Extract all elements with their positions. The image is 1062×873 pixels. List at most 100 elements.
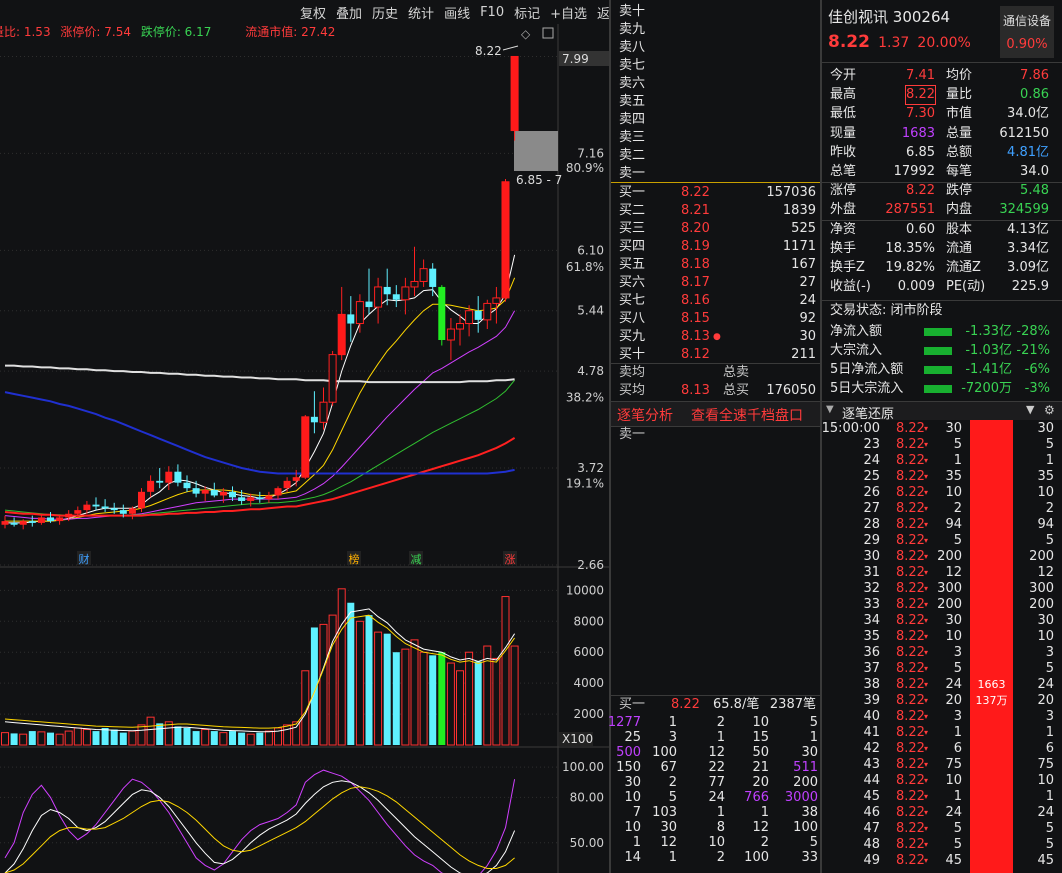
- settings-icon[interactable]: ⚙: [1044, 403, 1055, 417]
- tick-count: 20: [1037, 693, 1054, 708]
- down-arrow-icon: ▾: [924, 840, 929, 849]
- buy-level-row: 买三 8.20 525: [611, 220, 820, 238]
- event-marker-label[interactable]: 减: [411, 553, 422, 566]
- stock-code: 300264: [892, 8, 951, 26]
- volume-bar: [128, 730, 137, 746]
- quote-key: 流通Z: [946, 260, 981, 275]
- tick-volume: 5: [953, 821, 962, 836]
- sell-level-row: 卖四: [611, 111, 820, 129]
- buy-level-price: 8.20: [681, 221, 710, 236]
- tab-full-depth[interactable]: 查看全速千档盘口: [691, 405, 803, 425]
- buy-level-volume: 211: [791, 347, 816, 362]
- tick-time: 40: [863, 709, 880, 724]
- event-marker-label[interactable]: 榜: [349, 552, 360, 566]
- tick-price: 8.22: [896, 533, 925, 548]
- queue-cell: 511: [793, 760, 818, 775]
- chevron-down-icon[interactable]: ▼: [826, 404, 834, 415]
- volume-bar: [474, 661, 482, 745]
- volume-bar: [365, 615, 373, 745]
- sector-button[interactable]: 通信设备 0.90%: [1000, 6, 1054, 58]
- sell-level-row: 卖二: [611, 147, 820, 165]
- volume-bar: [456, 670, 464, 746]
- tick-row: 38 8.22 ▾ 24 24: [822, 677, 1062, 693]
- volume-bar: [201, 729, 210, 746]
- flow-label: 大宗流入: [830, 343, 883, 358]
- tick-count: 5: [1045, 837, 1054, 852]
- tick-time: 26: [863, 485, 880, 500]
- quote-value: 7.30: [906, 106, 935, 122]
- tick-count: 94: [1037, 517, 1054, 532]
- down-arrow-icon: ▾: [924, 856, 929, 865]
- down-arrow-icon: ▾: [924, 632, 929, 641]
- down-arrow-icon: ▾: [924, 824, 929, 833]
- quote-row: 昨收 6.85 总额 4.81亿: [822, 144, 1062, 162]
- peak-pointer: [502, 45, 519, 51]
- buy-level-price: 8.22: [681, 185, 710, 200]
- queue-cell: 25: [624, 730, 641, 745]
- total-buy-label: 总买: [723, 383, 750, 398]
- buy-level-label: 买八: [619, 311, 646, 326]
- kdj-line: [4, 769, 516, 873]
- quote-value: 4.13亿: [1007, 221, 1049, 237]
- window-icon[interactable]: [542, 27, 554, 39]
- tab-tick-analysis[interactable]: 逐笔分析: [617, 405, 673, 425]
- chart-panel[interactable]: 复权 叠加 历史 统计 画线 F10 标记 +自选 返回 量比: 1.53 涨停…: [0, 0, 610, 873]
- kdj-line: [4, 786, 515, 873]
- event-marker-label[interactable]: 财: [79, 552, 90, 566]
- kline-chart[interactable]: 8.22 7.16 6.10 5.44 4.78 3.72 2.66 80.9% 61.8% 38…: [0, 0, 610, 873]
- ticks-header: ▼ 逐笔还原 ▼ ⚙: [822, 401, 1062, 422]
- queue-avg: 65.8/笔: [713, 697, 760, 712]
- queue-cell: 15: [752, 730, 769, 745]
- stock-name: 佳创视讯: [828, 8, 889, 26]
- queue-count: 2387笔: [769, 697, 816, 712]
- queue-cell: 10: [624, 790, 641, 805]
- tick-time: 41: [863, 725, 880, 740]
- flow-label: 5日净流入额: [830, 362, 904, 377]
- tick-volume: 1: [953, 725, 962, 740]
- quote-key: 跌停: [946, 183, 973, 199]
- tick-price: 8.22: [896, 757, 925, 772]
- kdj-tick-label: 80.00: [570, 790, 604, 804]
- quote-value: 3.09亿: [1007, 260, 1049, 275]
- buy-level-row: 买八 8.15 92: [611, 310, 820, 328]
- tick-count: 12: [1037, 565, 1054, 580]
- buy-level-row: 买一 8.22 157036: [611, 184, 820, 202]
- down-arrow-icon: ▾: [924, 808, 929, 817]
- sell-level-label: 卖九: [619, 22, 646, 37]
- candle-body: [438, 286, 446, 340]
- queue-cell: 12: [708, 745, 725, 760]
- quote-value: 4.81亿: [1007, 144, 1049, 160]
- price-tick-label: 6.10: [577, 243, 604, 257]
- sector-pct: 0.90%: [1006, 37, 1048, 52]
- quote-panel: 佳创视讯 300264 8.22 1.37 20.00% 通信设备 0.90% …: [822, 0, 1062, 873]
- diamond-icon[interactable]: ◇: [521, 27, 531, 41]
- volume-bar: [446, 662, 455, 746]
- candle-body: [138, 491, 145, 509]
- tick-count: 30: [1037, 613, 1054, 628]
- filter-icon[interactable]: ▼: [1026, 403, 1034, 416]
- tick-time: 31: [863, 565, 880, 580]
- quote-key: 换手: [830, 240, 857, 256]
- queue-cell: 1: [809, 730, 818, 745]
- event-marker-label[interactable]: 涨: [505, 553, 516, 566]
- tick-volume: 5: [953, 533, 962, 548]
- down-arrow-icon: ▾: [924, 456, 929, 465]
- tick-time: 45: [863, 789, 880, 804]
- stock-price: 8.22: [828, 32, 870, 52]
- tick-volume: 35: [945, 469, 962, 484]
- quote-key: 市值: [946, 106, 973, 122]
- tick-row: 42 8.22 ▾ 6 6: [822, 741, 1062, 757]
- divider: [822, 300, 1062, 301]
- tick-price: 8.22: [896, 821, 925, 836]
- tick-count: 10: [1037, 773, 1054, 788]
- tick-count: 45: [1037, 853, 1054, 868]
- buy-level-row: 买四 8.19 1171: [611, 238, 820, 256]
- tick-price: 8.22: [896, 853, 925, 868]
- avg-sell-label: 卖均: [619, 365, 646, 380]
- quote-value: 225.9: [1011, 279, 1049, 295]
- quote-row: 收益(-) 0.009 PE(动) 225.9: [822, 278, 1062, 296]
- buy-level-price: 8.21: [681, 203, 710, 218]
- volume-tick-label: 8000: [573, 614, 604, 628]
- volume-bar: [383, 633, 391, 745]
- queue-row: 150 67 22 21 511: [611, 760, 820, 775]
